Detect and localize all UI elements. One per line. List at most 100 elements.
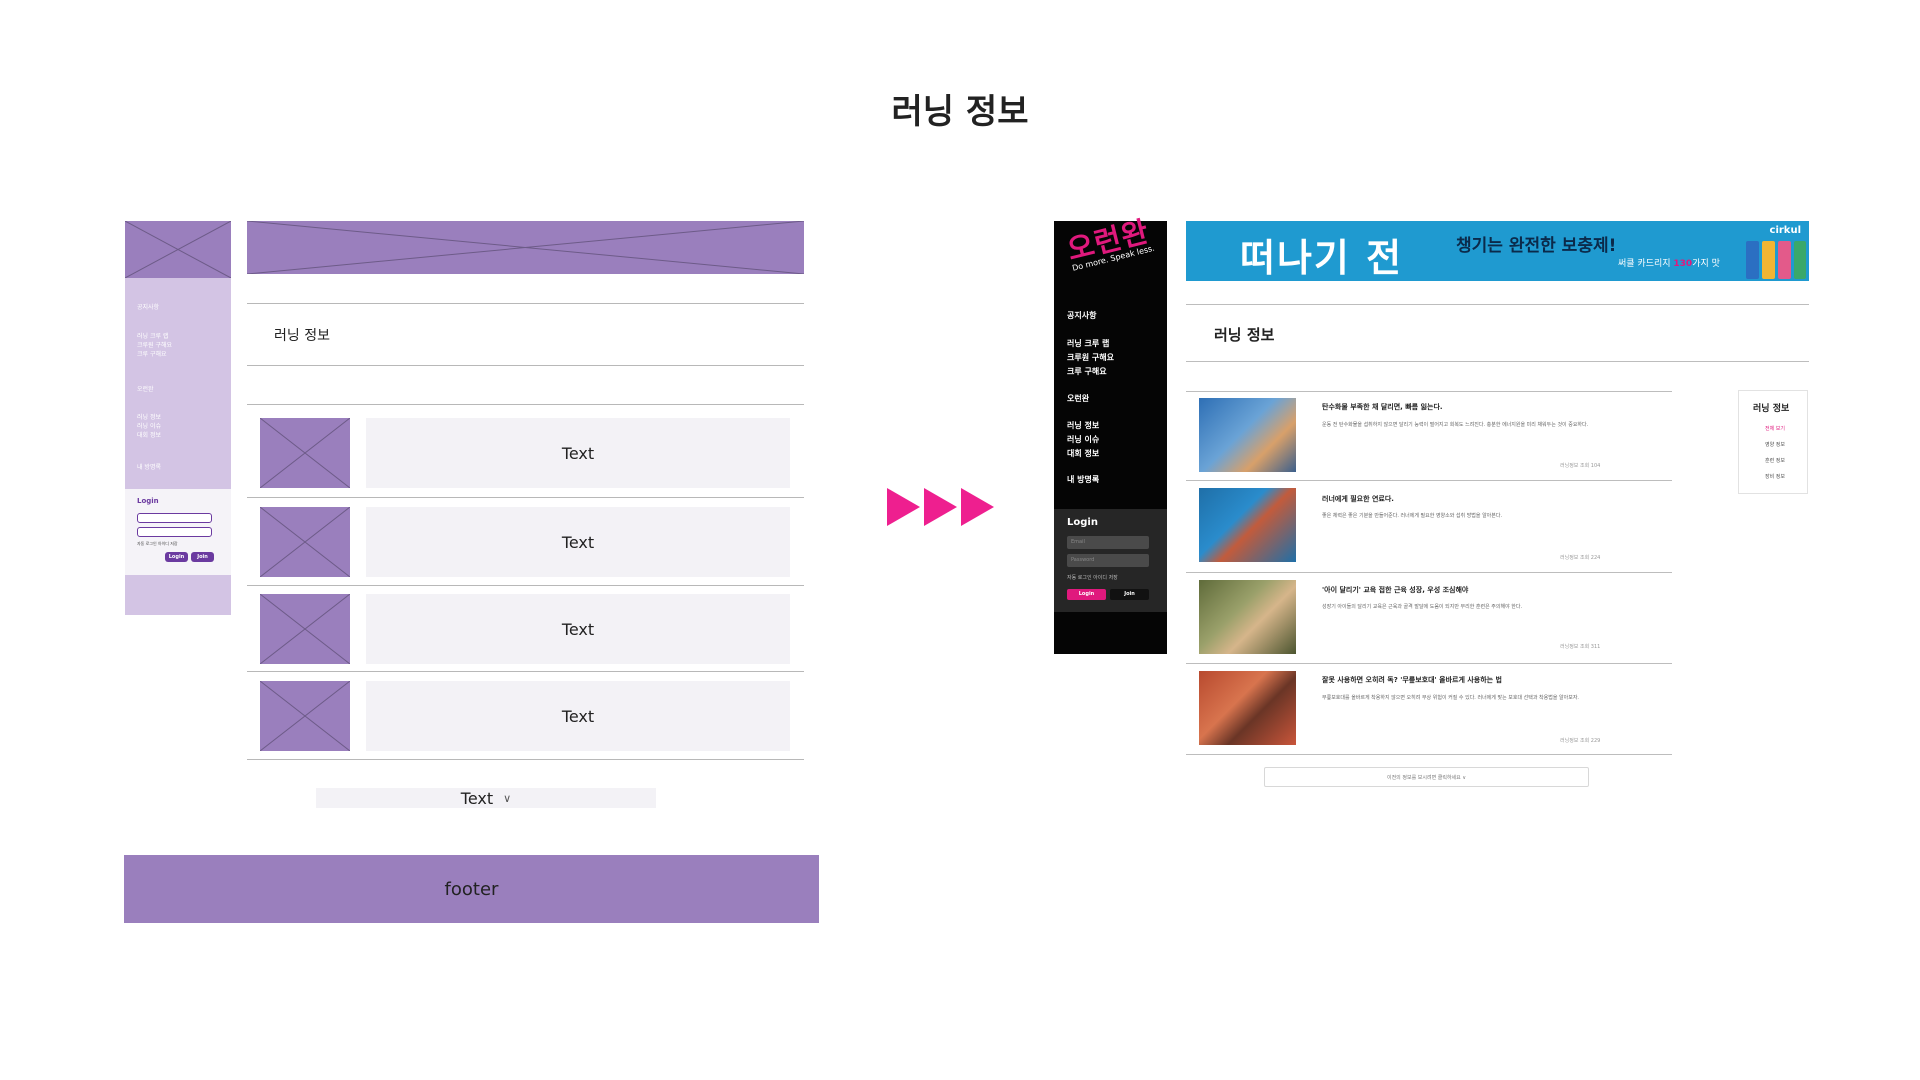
article-title[interactable]: '아이 달리기' 교육 접한 근육 성장, 우성 조심해야 xyxy=(1322,585,1468,595)
product-image xyxy=(1778,241,1791,279)
article-meta: 러닝정보 조회 311 xyxy=(1560,644,1601,650)
email-field[interactable]: Email xyxy=(1067,536,1149,549)
banner-caption: 써클 카드리지 130가지 맛 xyxy=(1618,256,1720,269)
sidebar-item-orunwan[interactable]: 오런완 xyxy=(1067,392,1089,406)
wf-row-text[interactable]: Text xyxy=(366,507,790,577)
article-thumbnail[interactable] xyxy=(1199,580,1296,654)
article-title[interactable]: 러너에게 필요한 연료다. xyxy=(1322,494,1394,504)
divider xyxy=(247,497,804,498)
category-box: 러닝 정보 전체 보기 영양 정보 훈련 정보 장비 정보 xyxy=(1738,390,1808,494)
divider xyxy=(1186,480,1672,481)
article-meta: 러닝정보 조회 104 xyxy=(1560,463,1601,469)
divider xyxy=(247,303,804,304)
wf-thumb-placeholder xyxy=(260,681,350,751)
category-title: 러닝 정보 xyxy=(1753,404,1790,414)
category-item-gear[interactable]: 장비 정보 xyxy=(1765,473,1785,480)
triple-arrow-right-icon xyxy=(887,488,998,526)
wf-login-options[interactable]: 자동 로그인 아이디 저장 xyxy=(137,541,178,547)
wf-menu-item[interactable]: 러닝 이슈 xyxy=(137,422,161,431)
banner-brand: cirkul xyxy=(1769,225,1801,236)
sidebar-item-crew-lab[interactable]: 러닝 크루 랩 xyxy=(1067,337,1109,351)
banner-caption-prefix: 써클 카드리지 xyxy=(1618,259,1674,269)
mockup-login-box: Login Email Password 자동 로그인 아이디 저장 Login… xyxy=(1054,509,1167,612)
wf-row-text[interactable]: Text xyxy=(366,418,790,488)
stage: 러닝 정보 공지사항 러닝 크루 랩 크루원 구해요 크루 구해요 오런완 러닝… xyxy=(0,0,1920,1080)
divider xyxy=(247,404,804,405)
wf-join-button[interactable]: Join xyxy=(191,552,214,562)
article-thumbnail[interactable] xyxy=(1199,488,1296,562)
ad-banner[interactable]: 떠나기 전 챙기는 완전한 보충제! 써클 카드리지 130가지 맛 cirku… xyxy=(1186,221,1809,281)
load-more-button[interactable]: 이전의 정보를 보시려면 클릭하세요 ∨ xyxy=(1264,767,1589,787)
wf-thumb-placeholder xyxy=(260,594,350,664)
article-meta: 러닝정보 조회 224 xyxy=(1560,555,1601,561)
logo[interactable]: 오런완 Do more. Speak less. xyxy=(1064,212,1167,273)
wf-more-label: Text xyxy=(460,788,494,808)
wf-row-text[interactable]: Text xyxy=(366,594,790,664)
mockup-sidebar: 오런완 Do more. Speak less. 공지사항 러닝 크루 랩 크루… xyxy=(1054,214,1167,654)
page-title: 러닝 정보 xyxy=(891,92,1029,132)
wf-banner-placeholder xyxy=(247,221,804,274)
wf-thumb-placeholder xyxy=(260,418,350,488)
article-thumbnail[interactable] xyxy=(1199,671,1296,745)
product-image xyxy=(1746,241,1759,279)
sidebar-item-guestbook[interactable]: 내 방명록 xyxy=(1067,473,1099,487)
sidebar-item-notice[interactable]: 공지사항 xyxy=(1067,309,1096,323)
wf-row-text[interactable]: Text xyxy=(366,681,790,751)
join-button[interactable]: Join xyxy=(1110,589,1149,600)
divider xyxy=(247,365,804,366)
arrow-right-icon xyxy=(924,488,957,526)
article-thumbnail[interactable] xyxy=(1199,398,1296,472)
article-excerpt: 무릎보호대를 올바르게 착용하지 않으면 오히려 부상 위험이 커질 수 있다.… xyxy=(1322,695,1580,701)
category-item-training[interactable]: 훈련 정보 xyxy=(1765,457,1785,464)
banner-headline: 떠나기 전 xyxy=(1240,236,1404,280)
wf-menu-item[interactable]: 크루 구해요 xyxy=(137,350,167,359)
wf-id-field[interactable] xyxy=(137,513,212,523)
wf-more-button[interactable]: Text ∨ xyxy=(316,788,656,808)
banner-subtitle: 챙기는 완전한 보충제! xyxy=(1456,236,1617,256)
article-excerpt: 좋은 체력은 좋은 기분을 만들어준다. 러너에게 필요한 영양소와 섭취 방법… xyxy=(1322,513,1503,519)
wf-section-title: 러닝 정보 xyxy=(274,328,330,344)
divider xyxy=(247,759,804,760)
wf-menu-item[interactable]: 공지사항 xyxy=(137,303,159,312)
divider xyxy=(1186,391,1672,392)
sidebar-item-race-info[interactable]: 대회 정보 xyxy=(1067,447,1099,461)
divider xyxy=(1186,361,1809,362)
sidebar-item-running-issue[interactable]: 러닝 이슈 xyxy=(1067,433,1099,447)
sidebar-item-running-info[interactable]: 러닝 정보 xyxy=(1067,419,1099,433)
article-title[interactable]: 탄수화물 부족한 채 달리면, 빠름 잃는다. xyxy=(1322,402,1443,412)
chevron-down-icon: ∨ xyxy=(503,791,512,805)
article-title[interactable]: 잘못 사용하면 오히려 독? '무릎보호대' 올바르게 사용하는 법 xyxy=(1322,675,1502,685)
divider xyxy=(1186,572,1672,573)
password-field[interactable]: Password xyxy=(1067,554,1149,567)
divider xyxy=(247,585,804,586)
wf-login-title: Login xyxy=(137,497,159,505)
divider xyxy=(247,671,804,672)
divider xyxy=(1186,663,1672,664)
wf-login-button[interactable]: Login xyxy=(165,552,188,562)
login-button[interactable]: Login xyxy=(1067,589,1106,600)
wf-menu-item[interactable]: 대회 정보 xyxy=(137,431,161,440)
sidebar-item-find-members[interactable]: 크루원 구해요 xyxy=(1067,351,1114,365)
wf-thumb-placeholder xyxy=(260,507,350,577)
article-excerpt: 운동 전 탄수화물을 섭취하지 않으면 달리기 능력이 떨어지고 회복도 느려진… xyxy=(1322,422,1589,428)
wf-menu-item[interactable]: 크루원 구해요 xyxy=(137,341,172,350)
wf-menu-item[interactable]: 내 방명록 xyxy=(137,463,161,472)
wf-menu-item[interactable]: 러닝 정보 xyxy=(137,413,161,422)
section-title: 러닝 정보 xyxy=(1214,326,1275,344)
login-title: Login xyxy=(1067,517,1098,528)
wf-logo-placeholder xyxy=(125,221,231,278)
wf-menu-item[interactable]: 러닝 크루 랩 xyxy=(137,332,168,341)
login-options[interactable]: 자동 로그인 아이디 저장 xyxy=(1067,574,1118,581)
sidebar-item-find-crew[interactable]: 크루 구해요 xyxy=(1067,365,1107,379)
wf-password-field[interactable] xyxy=(137,527,212,537)
category-item-all[interactable]: 전체 보기 xyxy=(1765,425,1785,432)
wf-login-box: Login 자동 로그인 아이디 저장 Login Join xyxy=(125,489,231,575)
article-meta: 러닝정보 조회 229 xyxy=(1560,738,1601,744)
product-image xyxy=(1762,241,1775,279)
category-item-nutrition[interactable]: 영양 정보 xyxy=(1765,441,1785,448)
divider xyxy=(1186,754,1672,755)
article-excerpt: 성장기 아이들의 달리기 교육은 근육과 골격 발달에 도움이 되지만 무리한 … xyxy=(1322,604,1523,610)
wf-menu-item[interactable]: 오런완 xyxy=(137,385,154,394)
product-image xyxy=(1794,241,1806,279)
wf-footer: footer xyxy=(124,855,819,923)
